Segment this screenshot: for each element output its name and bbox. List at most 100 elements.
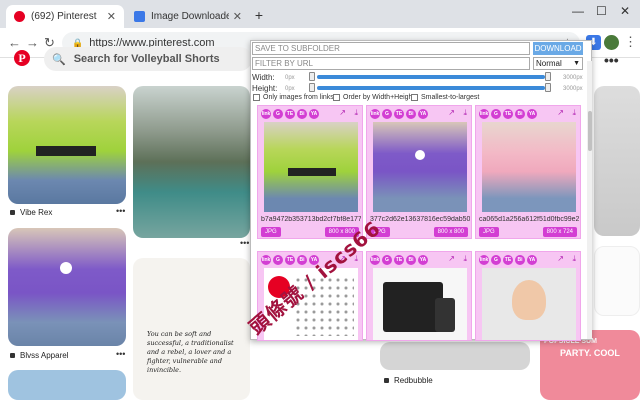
image-card[interactable]: link G TE Bi YA ↗ ⤓ ca065d1a256a612f51d0… [475, 105, 581, 239]
yandex-search-icon[interactable]: YA [418, 255, 428, 265]
pin-image[interactable] [594, 86, 640, 236]
open-link-icon[interactable]: link [261, 109, 271, 119]
pin-image[interactable] [380, 342, 530, 370]
bing-search-icon[interactable]: Bi [515, 255, 525, 265]
bing-search-icon[interactable]: Bi [406, 109, 416, 119]
profile-avatar[interactable] [604, 35, 619, 50]
google-search-icon[interactable]: G [382, 109, 392, 119]
bing-search-icon[interactable]: Bi [297, 109, 307, 119]
forward-icon[interactable]: → [26, 35, 39, 50]
share-icon[interactable]: ↗ [448, 254, 455, 263]
image-thumbnail[interactable] [373, 122, 467, 212]
download-icon[interactable]: ⤓ [572, 254, 576, 264]
search-input[interactable]: 🔍 Search for Volleyball Shorts [44, 47, 252, 71]
google-search-icon[interactable]: G [491, 109, 501, 119]
new-tab-button[interactable]: + [252, 8, 266, 22]
image-card[interactable]: link G TE Bi YA ↗ ⤓ 377c2d62e13637816ec5… [366, 105, 472, 239]
google-search-icon[interactable]: G [273, 255, 283, 265]
download-button[interactable]: DOWNLOAD [533, 42, 583, 55]
close-window-button[interactable]: ✕ [620, 4, 630, 18]
image-thumbnail[interactable] [264, 122, 358, 212]
share-icon[interactable]: ↗ [557, 254, 564, 263]
chevron-down-icon: ▼ [573, 60, 580, 67]
subfolder-input[interactable]: SAVE TO SUBFOLDER [252, 42, 530, 55]
minimize-button[interactable]: — [572, 4, 584, 18]
yandex-search-icon[interactable]: YA [527, 255, 537, 265]
pin-source[interactable]: Vibe Rex [10, 208, 52, 217]
yandex-search-icon[interactable]: YA [418, 109, 428, 119]
smallest-first-checkbox[interactable]: Smallest-to-largest [411, 94, 479, 101]
share-icon[interactable]: ↗ [448, 108, 455, 117]
width-slider[interactable] [317, 75, 545, 79]
popup-scrollbar-thumb[interactable] [588, 111, 592, 151]
popup-scrollbar[interactable] [587, 61, 592, 339]
image-thumbnail[interactable] [373, 268, 467, 340]
pin-more-icon[interactable]: ••• [116, 206, 125, 216]
width-min-knob[interactable] [309, 72, 315, 81]
open-link-icon[interactable]: link [370, 255, 380, 265]
maximize-button[interactable]: ☐ [596, 4, 607, 18]
bing-search-icon[interactable]: Bi [515, 109, 525, 119]
order-by-size-checkbox[interactable]: Order by Width+Height [333, 94, 414, 101]
open-link-icon[interactable]: link [479, 255, 489, 265]
download-icon[interactable]: ⤓ [463, 108, 467, 118]
google-search-icon[interactable]: G [273, 109, 283, 119]
tineye-search-icon[interactable]: TE [285, 109, 295, 119]
tineye-search-icon[interactable]: TE [503, 255, 513, 265]
pin-more-icon[interactable]: ••• [240, 238, 249, 248]
pin-image[interactable] [8, 228, 126, 346]
pin-source[interactable]: Redbubble [384, 376, 433, 385]
pin-source[interactable]: Blvss Apparel [10, 351, 68, 360]
download-icon[interactable]: ⤓ [572, 108, 576, 118]
height-max-knob[interactable] [545, 83, 551, 92]
image-thumbnail[interactable] [482, 122, 576, 212]
pin-image[interactable]: You can be soft and successful, a tradit… [133, 258, 250, 400]
card-actions: link G TE Bi YA [479, 109, 539, 119]
open-link-icon[interactable]: link [370, 109, 380, 119]
pin-image[interactable] [133, 86, 250, 238]
google-search-icon[interactable]: G [491, 255, 501, 265]
flower-print-shape [60, 262, 72, 274]
image-card[interactable]: link G TE Bi YA ↗ ⤓ b7a9472b353713bd2cf7… [257, 105, 363, 239]
bing-search-icon[interactable]: Bi [406, 255, 416, 265]
yandex-search-icon[interactable]: YA [527, 109, 537, 119]
browser-menu-icon[interactable]: ⋮ [624, 34, 637, 50]
download-icon[interactable]: ⤓ [463, 254, 467, 264]
more-options-icon[interactable]: ••• [604, 52, 619, 68]
filter-mode-select[interactable]: Normal ▼ [533, 57, 583, 70]
search-icon: 🔍 [52, 53, 66, 66]
yandex-search-icon[interactable]: YA [309, 109, 319, 119]
pin-image[interactable] [594, 246, 640, 316]
tab-image-downloader[interactable]: Image Downloader | Options ✕ [126, 5, 250, 28]
tineye-search-icon[interactable]: TE [394, 109, 404, 119]
pinterest-favicon-icon [14, 11, 25, 22]
height-slider[interactable] [317, 86, 545, 90]
width-max-value: 3000px [563, 75, 583, 81]
image-card[interactable]: link G TE Bi YA ↗ ⤓ [366, 251, 472, 341]
download-icon[interactable]: ⤓ [354, 108, 358, 118]
back-icon[interactable]: ← [8, 35, 21, 50]
close-tab-icon[interactable]: ✕ [233, 10, 242, 23]
image-type-badge: JPG [261, 227, 281, 237]
tineye-search-icon[interactable]: TE [394, 255, 404, 265]
tineye-search-icon[interactable]: TE [285, 255, 295, 265]
height-min-knob[interactable] [309, 83, 315, 92]
image-thumbnail[interactable] [482, 268, 576, 340]
pin-more-icon[interactable]: ••• [116, 349, 125, 359]
only-links-checkbox[interactable]: Only images from links [253, 94, 334, 101]
share-icon[interactable]: ↗ [339, 108, 346, 117]
width-max-knob[interactable] [545, 72, 551, 81]
share-icon[interactable]: ↗ [557, 108, 564, 117]
pinterest-logo-icon[interactable]: P [14, 50, 30, 66]
pin-image[interactable] [8, 370, 126, 400]
tineye-search-icon[interactable]: TE [503, 109, 513, 119]
google-search-icon[interactable]: G [382, 255, 392, 265]
tab-pinterest[interactable]: (692) Pinterest ✕ [6, 5, 124, 28]
close-tab-icon[interactable]: ✕ [107, 10, 116, 23]
filter-url-input[interactable]: FILTER BY URL [252, 57, 530, 70]
open-link-icon[interactable]: link [479, 109, 489, 119]
pin-image[interactable] [8, 86, 126, 204]
card-actions: link G TE Bi YA [370, 255, 430, 265]
open-link-icon[interactable]: link [261, 255, 271, 265]
image-card[interactable]: link G TE Bi YA ↗ ⤓ [475, 251, 581, 341]
